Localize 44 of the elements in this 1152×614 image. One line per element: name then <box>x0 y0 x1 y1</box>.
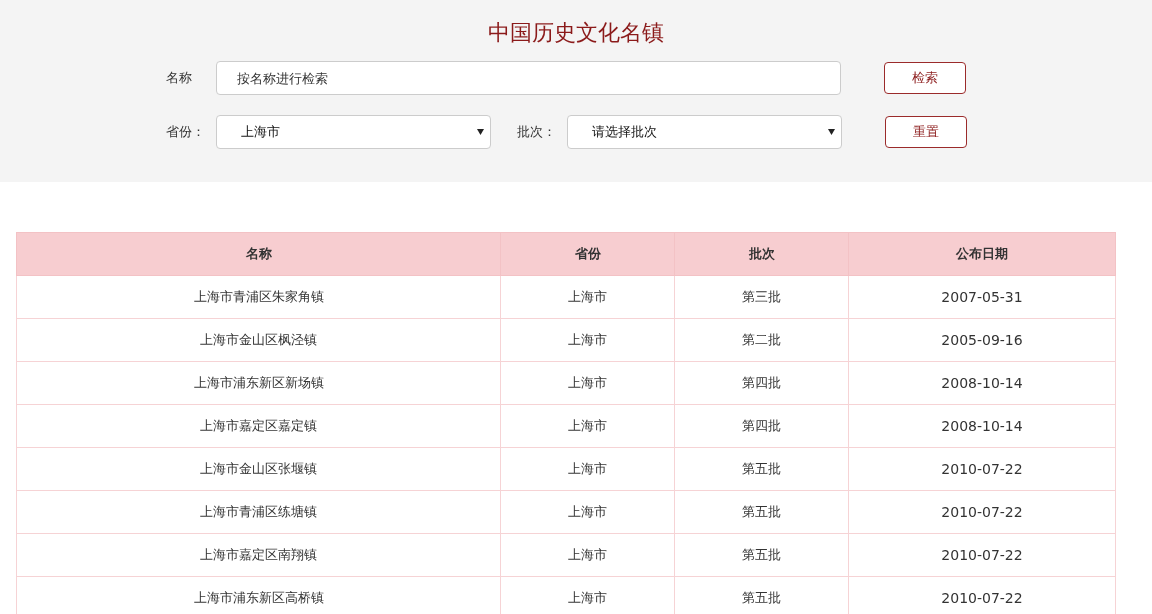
table-cell: 第五批 <box>674 533 849 577</box>
reset-button[interactable]: 重置 <box>885 116 967 148</box>
table-cell: 2010-07-22 <box>848 490 1116 534</box>
page-title: 中国历史文化名镇 <box>487 19 665 47</box>
table-cell: 上海市 <box>500 361 675 405</box>
table-cell: 第四批 <box>674 361 849 405</box>
table-cell: 上海市 <box>500 404 675 448</box>
table-cell: 上海市浦东新区新场镇 <box>16 361 501 405</box>
table-cell: 上海市金山区枫泾镇 <box>16 318 501 362</box>
table-cell: 上海市 <box>500 447 675 491</box>
table-cell: 2008-10-14 <box>848 404 1116 448</box>
column-header: 批次 <box>674 232 849 276</box>
table-cell: 上海市 <box>500 318 675 362</box>
table-cell: 2010-07-22 <box>848 447 1116 491</box>
table-cell: 上海市青浦区朱家角镇 <box>16 275 501 319</box>
column-header: 省份 <box>500 232 675 276</box>
table-cell: 上海市 <box>500 490 675 534</box>
table-cell: 上海市浦东新区高桥镇 <box>16 576 501 614</box>
table-cell: 上海市 <box>500 533 675 577</box>
table-cell: 上海市嘉定区嘉定镇 <box>16 404 501 448</box>
caret-icon <box>828 129 835 135</box>
table-cell: 上海市金山区张堰镇 <box>16 447 501 491</box>
table-cell: 第五批 <box>674 447 849 491</box>
table-cell: 2010-07-22 <box>848 533 1116 577</box>
table-cell: 第三批 <box>674 275 849 319</box>
column-header: 公布日期 <box>848 232 1116 276</box>
table-cell: 上海市嘉定区南翔镇 <box>16 533 501 577</box>
filter-label: 批次： <box>517 123 557 141</box>
table-cell: 上海市 <box>500 275 675 319</box>
table-cell: 2007-05-31 <box>848 275 1116 319</box>
table-cell: 第四批 <box>674 404 849 448</box>
table-cell: 上海市青浦区练塘镇 <box>16 490 501 534</box>
filter-label: 省份： <box>166 123 206 141</box>
caret-icon <box>477 129 484 135</box>
table-cell: 第五批 <box>674 490 849 534</box>
select-field[interactable]: 请选择批次 <box>567 115 842 149</box>
table-cell: 2005-09-16 <box>848 318 1116 362</box>
column-header: 名称 <box>16 232 501 276</box>
search-button[interactable]: 检索 <box>884 62 966 94</box>
table-cell: 第二批 <box>674 318 849 362</box>
search-field[interactable]: 按名称进行检索 <box>216 61 841 95</box>
table-cell: 2008-10-14 <box>848 361 1116 405</box>
select-field[interactable]: 上海市 <box>216 115 491 149</box>
name-label: 名称 <box>166 69 193 87</box>
